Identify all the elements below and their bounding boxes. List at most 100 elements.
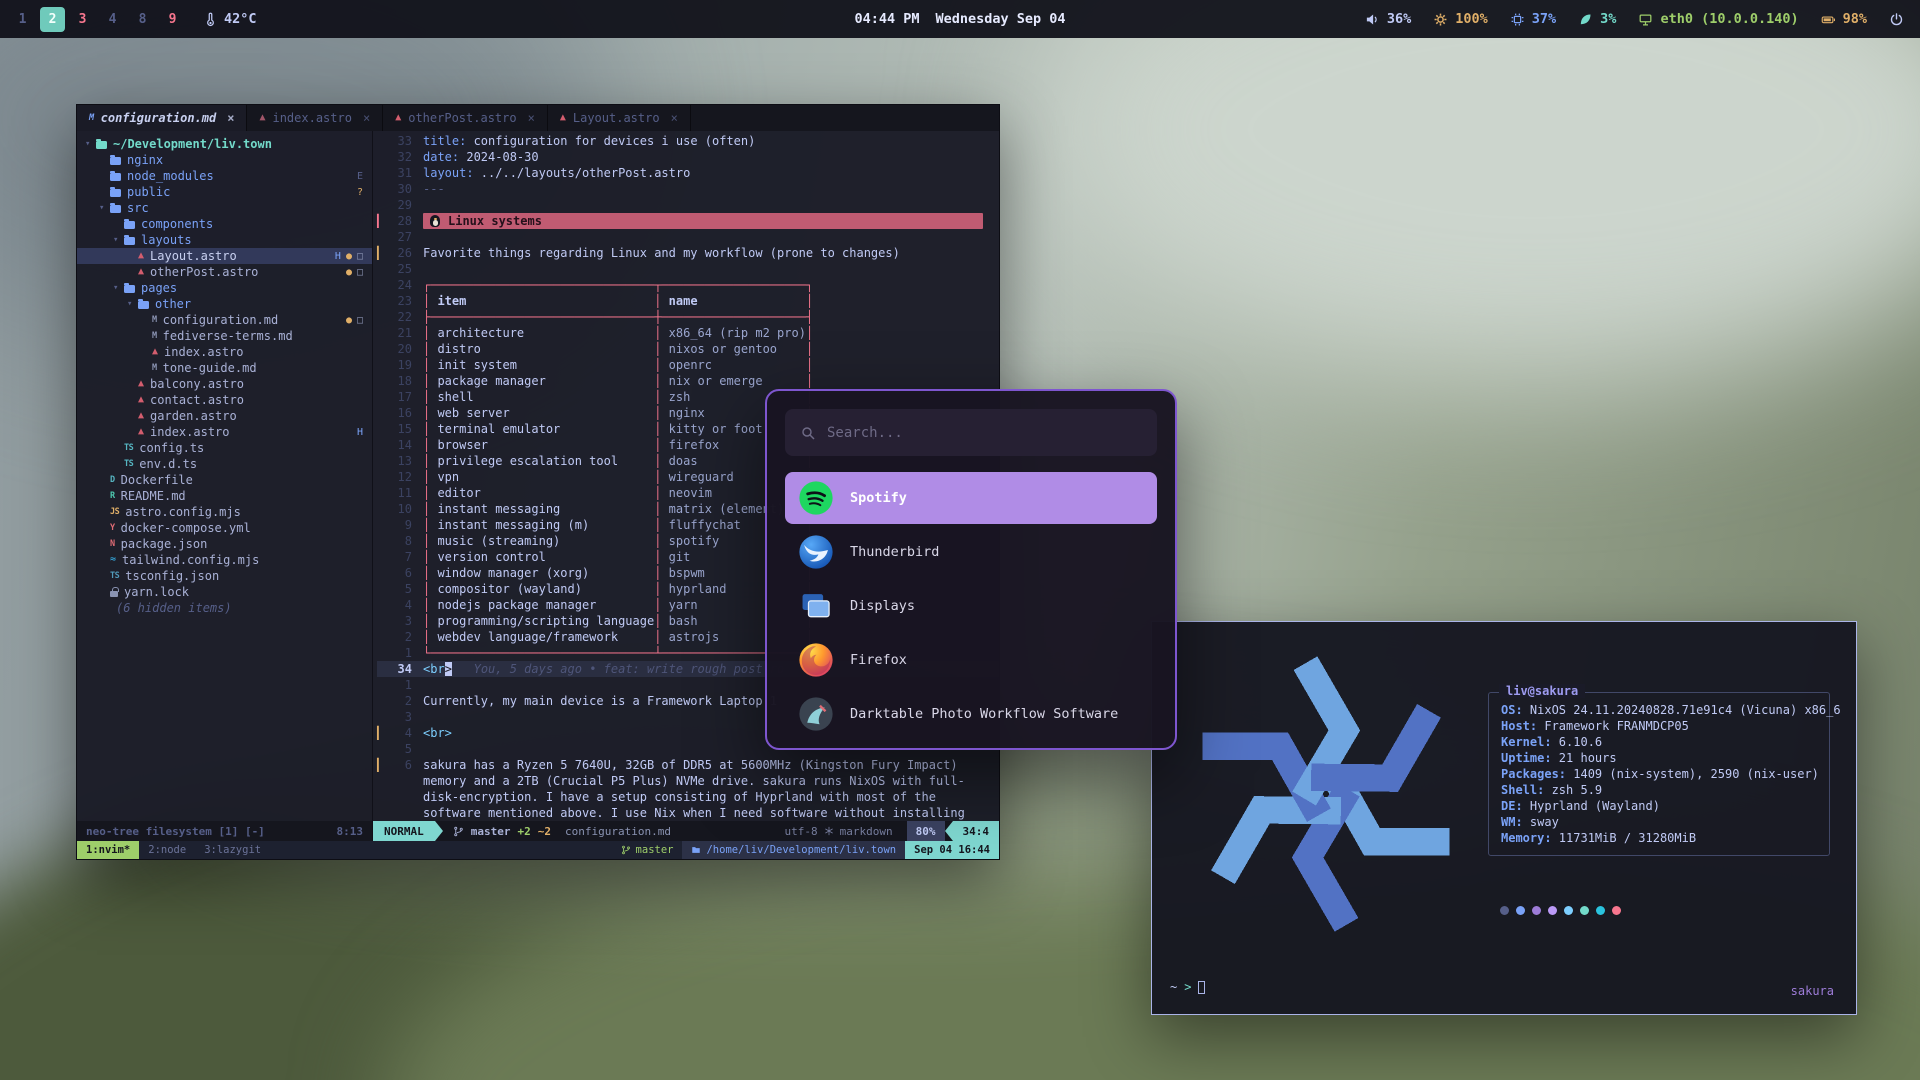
fetch-value: sway — [1523, 815, 1559, 831]
buffer-line[interactable]: ▎6sakura has a Ryzen 5 7640U, 32GB of DD… — [377, 757, 999, 821]
module-volume[interactable]: 36% — [1365, 11, 1411, 27]
launcher-item-displays[interactable]: Displays — [785, 580, 1157, 632]
launcher-item-firefox[interactable]: Firefox — [785, 634, 1157, 686]
diff-modified: ~2 — [538, 825, 551, 838]
module-battery[interactable]: 98% — [1821, 11, 1867, 27]
module-power[interactable] — [1889, 12, 1904, 27]
tree-item-node-modules[interactable]: node_modulesE — [77, 168, 372, 184]
close-icon[interactable]: × — [363, 111, 370, 125]
git-status-mark: ? — [357, 187, 363, 198]
tree-item-components[interactable]: components — [77, 216, 372, 232]
tree-label: src — [127, 201, 149, 215]
tree-item-fediverse-terms.md[interactable]: Mfediverse-terms.md — [77, 328, 372, 344]
buffer-line[interactable]: ▎27 — [377, 229, 999, 245]
tree-item-pages[interactable]: ▾pages — [77, 280, 372, 296]
tree-label: astro.config.mjs — [125, 505, 241, 519]
tree-item-yarn.lock[interactable]: yarn.lock — [77, 584, 372, 600]
buffer-line[interactable]: ▎29 — [377, 197, 999, 213]
tree-item-astro.config.mjs[interactable]: JSastro.config.mjs — [77, 504, 372, 520]
workspace-4[interactable]: 4 — [100, 7, 125, 32]
buffer-line[interactable]: ▎18│ package manager │ nix or emerge │ — [377, 373, 999, 389]
workspace-1[interactable]: 1 — [10, 7, 35, 32]
tree-item-nginx[interactable]: nginx — [77, 152, 372, 168]
buffer-line[interactable]: ▎31layout: ../../layouts/otherPost.astro — [377, 165, 999, 181]
tree-item-public[interactable]: public? — [77, 184, 372, 200]
tmux-window-3-lazygit[interactable]: 3:lazygit — [195, 841, 270, 859]
gutter-sign: ▎ — [377, 469, 386, 485]
tree-item-src[interactable]: ▾src — [77, 200, 372, 216]
clock-module[interactable]: 04:44 PM Wednesday Sep 04 — [854, 11, 1065, 27]
shell-prompt[interactable]: ~ > — [1170, 980, 1205, 994]
tree-item-layout.astro[interactable]: ▲Layout.astroH●□ — [77, 248, 372, 264]
line-number: 27 — [386, 229, 412, 245]
tree-item-layouts[interactable]: ▾layouts — [77, 232, 372, 248]
terminal-window[interactable]: liv@sakura OS: NixOS 24.11.20240828.71e9… — [1151, 621, 1857, 1015]
tmux-window-2-node[interactable]: 2:node — [139, 841, 195, 859]
tree-item-index.astro[interactable]: ▲index.astro — [77, 344, 372, 360]
close-icon[interactable]: × — [227, 111, 234, 125]
workspace-3[interactable]: 3 — [70, 7, 95, 32]
tree-item-env.d.ts[interactable]: TSenv.d.ts — [77, 456, 372, 472]
tree-item-config.ts[interactable]: TSconfig.ts — [77, 440, 372, 456]
close-icon[interactable]: × — [528, 111, 535, 125]
line-number: 6 — [386, 565, 412, 581]
gutter-sign: ▎ — [377, 293, 386, 309]
search-input[interactable]: Search... — [785, 409, 1157, 456]
tab-otherpost-astro[interactable]: ▲otherPost.astro× — [383, 105, 548, 131]
launcher-item-darktable-photo-workflow-software[interactable]: Darktable Photo Workflow Software — [785, 688, 1157, 740]
tree-label: index.astro — [150, 425, 229, 439]
buffer-line[interactable]: ▎19│ init system │ openrc │ — [377, 357, 999, 373]
buffer-line[interactable]: ▎23│ item │ name │ — [377, 293, 999, 309]
launcher-item-thunderbird[interactable]: Thunderbird — [785, 526, 1157, 578]
buffer-line[interactable]: ▎24┌───────────────────────────────┬────… — [377, 277, 999, 293]
workspace-2[interactable]: 2 — [40, 7, 65, 32]
file-tree: ▾~/Development/liv.town nginx node_modul… — [77, 131, 373, 821]
tree-item-dockerfile[interactable]: DDockerfile — [77, 472, 372, 488]
workspace-8[interactable]: 8 — [130, 7, 155, 32]
tree-item-balcony.astro[interactable]: ▲balcony.astro — [77, 376, 372, 392]
tree-item-otherpost.astro[interactable]: ▲otherPost.astro●□ — [77, 264, 372, 280]
tree-item--6-hidden-items-[interactable]: (6 hidden items) — [77, 600, 372, 616]
tree-item-readme.md[interactable]: RREADME.md — [77, 488, 372, 504]
buffer-line[interactable]: ▎26Favorite things regarding Linux and m… — [377, 245, 999, 261]
tree-item-other[interactable]: ▾other — [77, 296, 372, 312]
fetch-value: 11731MiB / 31280MiB — [1552, 831, 1697, 847]
tree-item-tone-guide.md[interactable]: Mtone-guide.md — [77, 360, 372, 376]
line-number: 3 — [386, 709, 412, 725]
tree-item-index.astro[interactable]: ▲index.astroH — [77, 424, 372, 440]
buffer-line[interactable]: ▎33title: configuration for devices i us… — [377, 133, 999, 149]
buffer-line[interactable]: ▎22├───────────────────────────────┼────… — [377, 309, 999, 325]
tab-configuration-md[interactable]: Mconfiguration.md× — [77, 105, 247, 131]
line-number: 5 — [386, 581, 412, 597]
tree-item-package.json[interactable]: Npackage.json — [77, 536, 372, 552]
module-cpu[interactable]: 37% — [1510, 11, 1556, 27]
tree-item-~-development-liv.town[interactable]: ▾~/Development/liv.town — [77, 136, 372, 152]
displays-icon — [797, 587, 835, 625]
buffer-line[interactable]: ▎20│ distro │ nixos or gentoo │ — [377, 341, 999, 357]
buffer-line[interactable]: ▎28Linux systems — [377, 213, 999, 229]
tree-item-configuration.md[interactable]: Mconfiguration.md●□ — [77, 312, 372, 328]
tab-layout-astro[interactable]: ▲Layout.astro× — [548, 105, 691, 131]
tree-item-contact.astro[interactable]: ▲contact.astro — [77, 392, 372, 408]
module-network[interactable]: eth0 (10.0.0.140) — [1638, 11, 1798, 27]
buffer-line[interactable]: ▎30--- — [377, 181, 999, 197]
tree-item-tailwind.config.mjs[interactable]: ≈tailwind.config.mjs — [77, 552, 372, 568]
tree-item-garden.astro[interactable]: ▲garden.astro — [77, 408, 372, 424]
module-leaf[interactable]: 3% — [1578, 11, 1616, 27]
tree-item-docker-compose.yml[interactable]: Ydocker-compose.yml — [77, 520, 372, 536]
gutter-sign: ▎ — [377, 533, 386, 549]
launcher-item-spotify[interactable]: Spotify — [785, 472, 1157, 524]
text-span: webdev language/framework — [430, 630, 654, 644]
tab-index-astro[interactable]: ▲index.astro× — [247, 105, 383, 131]
text-span: version control — [430, 550, 654, 564]
tmux-window-1-nvim-[interactable]: 1:nvim* — [77, 841, 139, 859]
buffer-line[interactable]: ▎25 — [377, 261, 999, 277]
buffer-line[interactable]: ▎21│ architecture │ x86_64 (rip m2 pro)│ — [377, 325, 999, 341]
workspace-9[interactable]: 9 — [160, 7, 185, 32]
module-gear[interactable]: 100% — [1433, 11, 1488, 27]
tree-label: balcony.astro — [150, 377, 244, 391]
tree-item-tsconfig.json[interactable]: TStsconfig.json — [77, 568, 372, 584]
buffer-line[interactable]: ▎32date: 2024-08-30 — [377, 149, 999, 165]
temperature-module[interactable]: 42°C — [203, 11, 257, 27]
close-icon[interactable]: × — [671, 111, 678, 125]
